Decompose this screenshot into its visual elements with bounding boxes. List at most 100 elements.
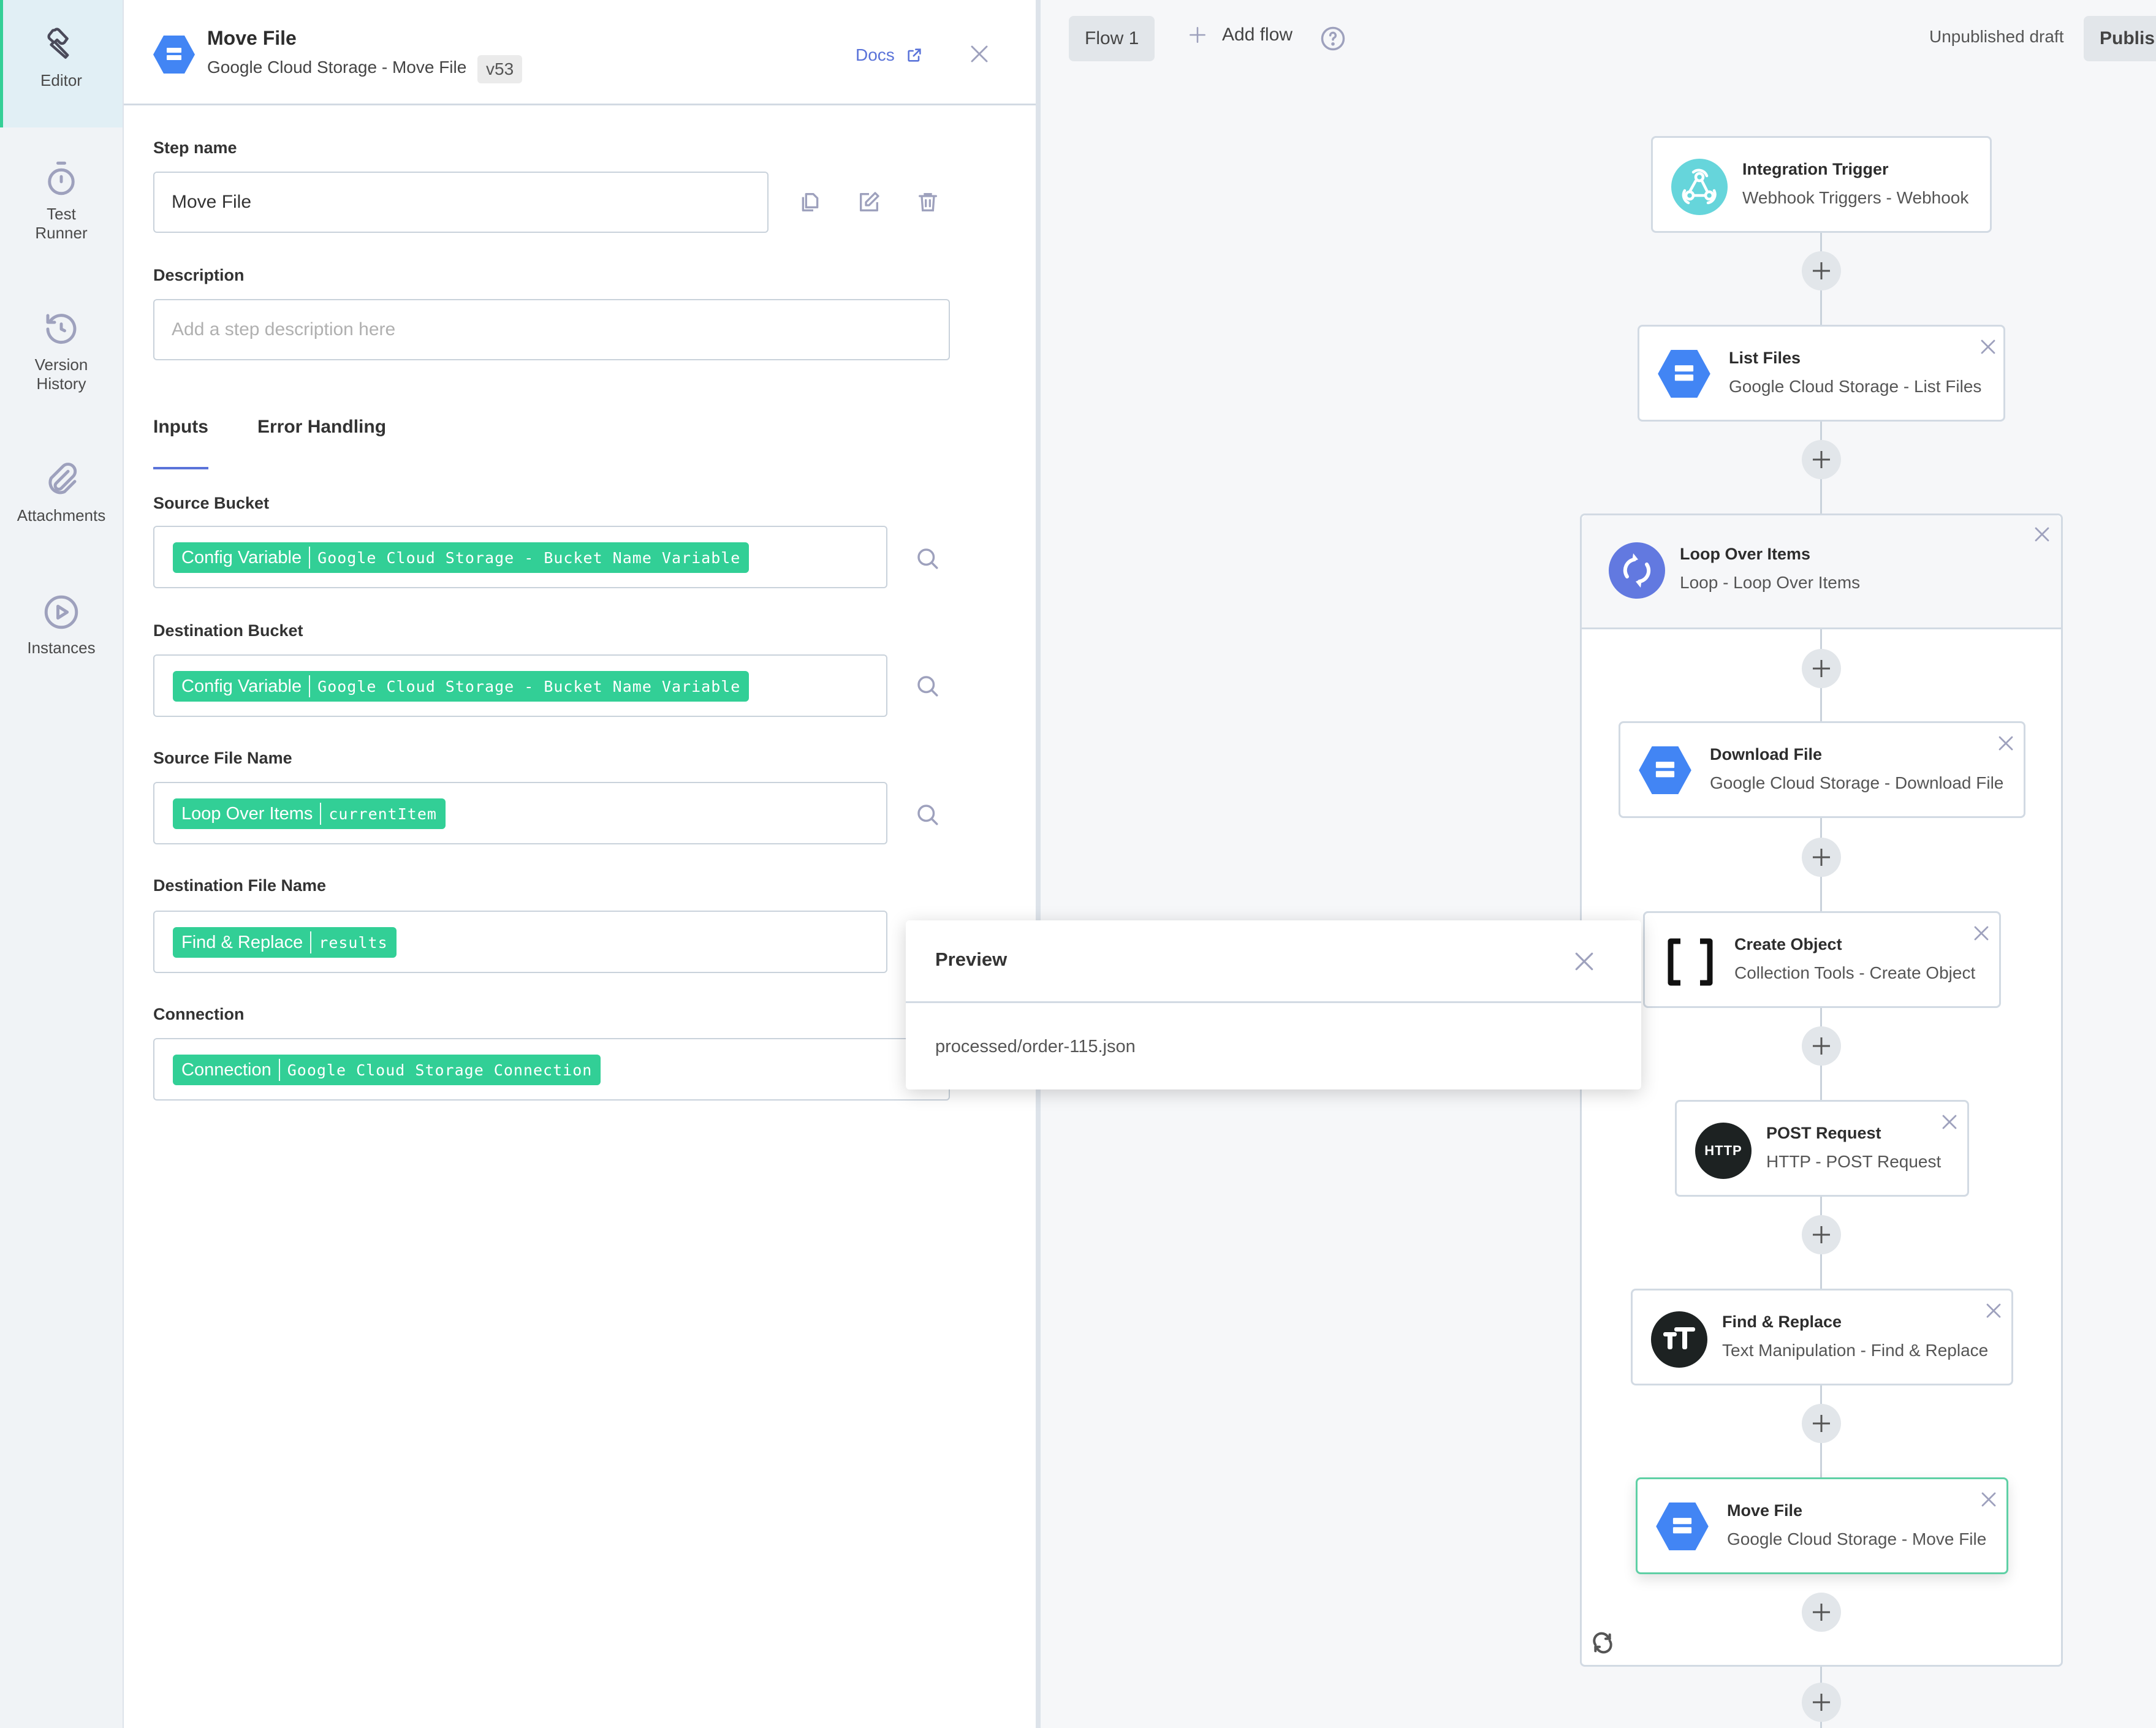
chip-source: Config Variable xyxy=(181,547,302,567)
chip-source: Loop Over Items xyxy=(181,803,313,824)
reference-chip[interactable]: Config Variable Google Cloud Storage - Bu… xyxy=(173,671,750,702)
preview-popover: Preview processed/order-115.json xyxy=(906,920,1641,1089)
loop-repeat-icon xyxy=(1593,1632,1612,1654)
connection-input[interactable]: Connection Google Cloud Storage Connectio… xyxy=(153,1038,950,1101)
tab-inputs[interactable]: Inputs xyxy=(153,417,208,438)
nav-item-instances[interactable]: Instances xyxy=(0,592,123,657)
add-step-button[interactable] xyxy=(1802,1026,1841,1066)
external-link-icon xyxy=(908,48,921,62)
add-flow-button[interactable]: Add flow xyxy=(1189,25,1292,45)
nav-label: Test Runner xyxy=(35,205,88,242)
destination-file-name-input[interactable]: Find & Replace results xyxy=(153,911,887,973)
gcs-icon xyxy=(1656,1503,1709,1550)
nav-item-editor[interactable]: Editor xyxy=(0,0,123,127)
edit-icon[interactable] xyxy=(857,190,881,214)
remove-step-icon[interactable] xyxy=(1979,1490,1998,1509)
remove-step-icon[interactable] xyxy=(1997,734,2015,752)
remove-step-icon[interactable] xyxy=(2033,525,2051,544)
add-step-button[interactable] xyxy=(1802,1593,1841,1632)
description-input[interactable]: Add a step description here xyxy=(153,299,950,360)
chip-separator xyxy=(309,675,311,697)
source-file-name-input[interactable]: Loop Over Items currentItem xyxy=(153,782,887,844)
paperclip-icon xyxy=(48,463,77,495)
reference-chip[interactable]: Config Variable Google Cloud Storage - Bu… xyxy=(173,542,750,573)
copy-icon[interactable] xyxy=(798,190,822,214)
add-step-button[interactable] xyxy=(1802,838,1841,877)
remove-step-icon[interactable] xyxy=(1979,338,1997,356)
flow-step-find-replace[interactable]: Find & Replace Text Manipulation - Find … xyxy=(1631,1289,2013,1385)
chip-separator xyxy=(320,803,322,825)
node-subtitle: Text Manipulation - Find & Replace xyxy=(1722,1341,1989,1360)
reference-chip[interactable]: Loop Over Items currentItem xyxy=(173,798,446,829)
add-step-button[interactable] xyxy=(1802,1404,1841,1443)
node-title: Find & Replace xyxy=(1722,1313,1842,1331)
nav-label: Editor xyxy=(40,71,82,89)
source-bucket-input[interactable]: Config Variable Google Cloud Storage - Bu… xyxy=(153,526,887,588)
chip-value: Google Cloud Storage Connection xyxy=(287,1061,593,1079)
panel-resize-handle[interactable] xyxy=(1036,0,1041,1728)
history-icon xyxy=(46,314,77,344)
flow-step-list-files[interactable]: List Files Google Cloud Storage - List F… xyxy=(1638,325,2005,422)
loop-container: Loop Over Items Loop - Loop Over Items D… xyxy=(1580,513,2063,1667)
divider xyxy=(906,1001,1641,1003)
flow-step-integration-trigger[interactable]: Integration Trigger Webhook Triggers - W… xyxy=(1651,136,1992,233)
add-step-button[interactable] xyxy=(1802,1683,1841,1722)
trash-icon[interactable] xyxy=(916,190,940,214)
flow-step-loop-over-items[interactable]: Loop Over Items Loop - Loop Over Items xyxy=(1582,515,2061,629)
text-icon xyxy=(1651,1311,1707,1368)
node-title: Loop Over Items xyxy=(1680,545,1811,563)
input-label: Destination File Name xyxy=(153,876,327,895)
node-subtitle: HTTP - POST Request xyxy=(1766,1152,1942,1171)
remove-step-icon[interactable] xyxy=(1984,1302,2003,1320)
remove-step-icon[interactable] xyxy=(1940,1113,1959,1131)
node-title: Download File xyxy=(1710,745,1823,764)
search-icon[interactable] xyxy=(914,673,940,699)
chip-separator xyxy=(278,1059,280,1081)
loop-icon xyxy=(1609,542,1665,599)
node-subtitle: Google Cloud Storage - List Files xyxy=(1729,377,1982,396)
flow-step-create-object[interactable]: Create Object Collection Tools - Create … xyxy=(1643,911,2001,1008)
nav-item-version-history[interactable]: Version History xyxy=(0,309,123,393)
add-step-button[interactable] xyxy=(1802,440,1841,479)
nav-item-test-runner[interactable]: Test Runner xyxy=(0,158,123,243)
remove-step-icon[interactable] xyxy=(1972,924,1991,942)
flow-tab[interactable]: Flow 1 xyxy=(1069,16,1155,61)
flow-step-move-file[interactable]: Move File Google Cloud Storage - Move Fi… xyxy=(1636,1477,2008,1574)
search-icon[interactable] xyxy=(914,801,940,827)
add-step-button[interactable] xyxy=(1802,649,1841,688)
add-step-button[interactable] xyxy=(1802,251,1841,290)
left-nav-rail: Editor Test Runner Version History Attac… xyxy=(0,0,124,1728)
close-preview-icon[interactable] xyxy=(1574,951,1595,972)
reference-chip[interactable]: Find & Replace results xyxy=(173,927,397,958)
step-name-label: Step name xyxy=(153,138,237,157)
step-config-panel: Move File Google Cloud Storage - Move Fi… xyxy=(124,0,1036,1728)
step-name-input[interactable]: Move File xyxy=(153,172,769,233)
docs-label: Docs xyxy=(856,45,895,64)
node-title: List Files xyxy=(1729,349,1801,367)
input-label: Connection xyxy=(153,1005,245,1023)
help-icon[interactable] xyxy=(1320,26,1346,51)
reference-chip[interactable]: Connection Google Cloud Storage Connectio… xyxy=(173,1055,601,1085)
search-icon[interactable] xyxy=(914,545,940,571)
node-title: Create Object xyxy=(1734,935,1842,953)
gcs-icon xyxy=(1639,746,1691,794)
chip-value: currentItem xyxy=(328,805,437,823)
chip-separator xyxy=(309,547,311,569)
step-subtitle: Google Cloud Storage - Move File xyxy=(207,58,467,77)
close-panel-icon[interactable] xyxy=(970,44,989,64)
wrench-icon xyxy=(47,28,69,59)
tab-error-handling[interactable]: Error Handling xyxy=(257,417,386,438)
docs-link[interactable]: Docs xyxy=(856,45,923,65)
node-subtitle: Google Cloud Storage - Download File xyxy=(1710,773,2004,792)
chip-source: Connection xyxy=(181,1059,271,1080)
chip-value: results xyxy=(319,933,388,952)
chip-separator xyxy=(310,931,312,953)
flow-step-download-file[interactable]: Download File Google Cloud Storage - Dow… xyxy=(1619,721,2025,818)
gcs-icon xyxy=(153,36,195,74)
destination-bucket-input[interactable]: Config Variable Google Cloud Storage - Bu… xyxy=(153,654,887,717)
add-step-button[interactable] xyxy=(1802,1215,1841,1254)
input-label: Destination Bucket xyxy=(153,621,303,640)
publish-button[interactable]: Publis xyxy=(2084,16,2156,61)
flow-step-post-request[interactable]: HTTP POST Request HTTP - POST Request xyxy=(1675,1100,1969,1197)
nav-item-attachments[interactable]: Attachments xyxy=(0,460,123,525)
